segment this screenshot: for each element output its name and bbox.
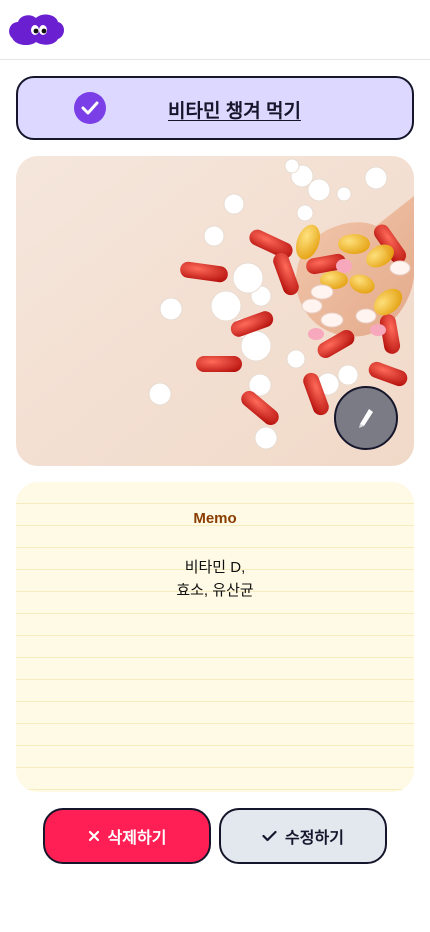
app-header	[0, 0, 430, 60]
edit-photo-button[interactable]	[334, 386, 398, 450]
task-title-card: 비타민 챙겨 먹기	[16, 76, 414, 140]
edit-button-label: 수정하기	[285, 830, 344, 847]
delete-button[interactable]: 삭제하기	[43, 808, 211, 864]
close-icon	[88, 830, 99, 842]
pencil-icon	[359, 409, 373, 428]
delete-button-label: 삭제하기	[107, 830, 167, 847]
edit-button[interactable]: 수정하기	[219, 808, 387, 864]
memo-card: Memo 비타민 D, 효소, 유산균	[16, 482, 414, 792]
task-title[interactable]: 비타민 챙겨 먹기	[168, 96, 301, 123]
memo-body[interactable]: 비타민 D, 효소, 유산균	[16, 556, 414, 602]
memo-title: Memo	[193, 510, 237, 527]
blob-mascot-logo-icon[interactable]	[6, 12, 66, 48]
check-circle-icon	[74, 92, 106, 124]
check-icon	[262, 830, 277, 842]
